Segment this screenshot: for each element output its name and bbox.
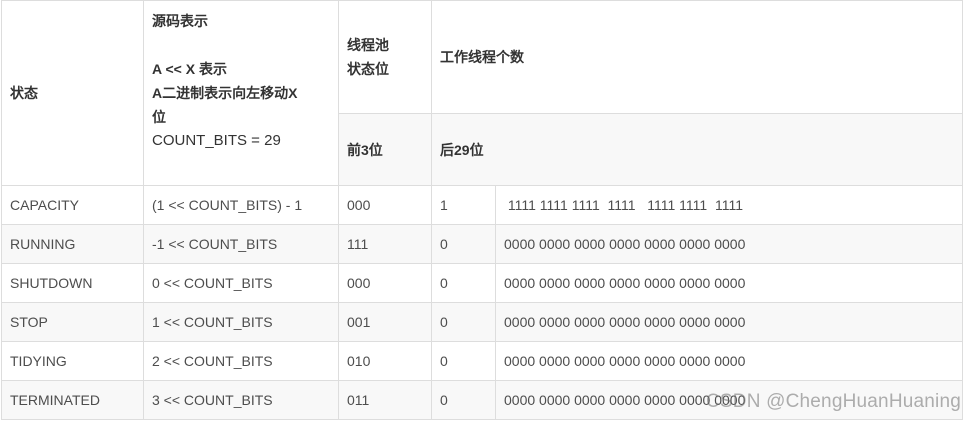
count-bits-cell: 1111 1111 1111 1111 1111 1111 1111 <box>495 185 963 225</box>
thread-pool-state-table: 状态 源码表示 A << X 表示 A二进制表示向左移动X 位 COUNT_BI… <box>1 0 963 420</box>
state-name-cell: CAPACITY <box>1 185 144 225</box>
header-row-top: 状态 源码表示 A << X 表示 A二进制表示向左移动X 位 COUNT_BI… <box>1 0 963 186</box>
code-cell: 2 << COUNT_BITS <box>143 341 339 381</box>
header-source-gap <box>152 33 330 57</box>
header-count-bits: COUNT_BITS = 29 <box>152 132 281 149</box>
lead-bit-cell: 0 <box>431 380 496 420</box>
state-name-cell: TIDYING <box>1 341 144 381</box>
table-body: CAPACITY (1 << COUNT_BITS) - 1 000 1 1111 1… <box>1 185 963 420</box>
header-source: 源码表示 A << X 表示 A二进制表示向左移动X 位 COUNT_BITS … <box>143 0 339 186</box>
lead-bit-cell: 0 <box>431 263 496 303</box>
watermark: CSDN @ChengHuanHuaning <box>706 391 961 412</box>
table-row: STOP 1 << COUNT_BITS 001 0 0000 0000 0000 00… <box>1 302 963 342</box>
code-cell: (1 << COUNT_BITS) - 1 <box>143 185 339 225</box>
lead-bit-cell: 0 <box>431 224 496 264</box>
state-bits-cell: 001 <box>338 302 432 342</box>
header-source-line1: A << X 表示 <box>152 61 227 77</box>
header-first3: 前3位 <box>338 113 432 186</box>
state-bits-cell: 010 <box>338 341 432 381</box>
code-cell: 1 << COUNT_BITS <box>143 302 339 342</box>
table-row: RUNNING -1 << COUNT_BITS 111 0 0000 0000 000… <box>1 224 963 264</box>
header-last29: 后29位 <box>431 113 963 186</box>
state-name-cell: STOP <box>1 302 144 342</box>
table-row: CAPACITY (1 << COUNT_BITS) - 1 000 1 1111 1… <box>1 185 963 225</box>
header-source-line3: 位 <box>152 109 166 125</box>
state-name-cell: RUNNING <box>1 224 144 264</box>
state-bits-cell: 000 <box>338 263 432 303</box>
table-row: TIDYING 2 << COUNT_BITS 010 0 0000 0000 0000… <box>1 341 963 381</box>
lead-bit-cell: 1 <box>431 185 496 225</box>
header-source-title: 源码表示 <box>152 13 208 29</box>
count-bits-cell: 0000 0000 0000 0000 0000 0000 0000 <box>495 263 963 303</box>
header-pool-state-line1: 线程池 <box>347 37 389 53</box>
lead-bit-cell: 0 <box>431 341 496 381</box>
code-cell: -1 << COUNT_BITS <box>143 224 339 264</box>
header-source-line2: A二进制表示向左移动X <box>152 85 298 101</box>
count-bits-cell: 0000 0000 0000 0000 0000 0000 0000 <box>495 302 963 342</box>
state-bits-cell: 000 <box>338 185 432 225</box>
state-bits-cell: 111 <box>338 224 432 264</box>
lead-bit-cell: 0 <box>431 302 496 342</box>
state-bits-cell: 011 <box>338 380 432 420</box>
state-name-cell: SHUTDOWN <box>1 263 144 303</box>
count-bits-cell: 0000 0000 0000 0000 0000 0000 0000 <box>495 341 963 381</box>
count-bits-cell: 0000 0000 0000 0000 0000 0000 0000 <box>495 224 963 264</box>
header-worker-count: 工作线程个数 <box>431 0 963 114</box>
header-pool-state-line2: 状态位 <box>347 61 389 77</box>
state-name-cell: TERMINATED <box>1 380 144 420</box>
code-cell: 3 << COUNT_BITS <box>143 380 339 420</box>
table-row: SHUTDOWN 0 << COUNT_BITS 000 0 0000 0000 000… <box>1 263 963 303</box>
header-status: 状态 <box>1 0 144 186</box>
code-cell: 0 << COUNT_BITS <box>143 263 339 303</box>
header-pool-state: 线程池 状态位 <box>338 0 432 114</box>
